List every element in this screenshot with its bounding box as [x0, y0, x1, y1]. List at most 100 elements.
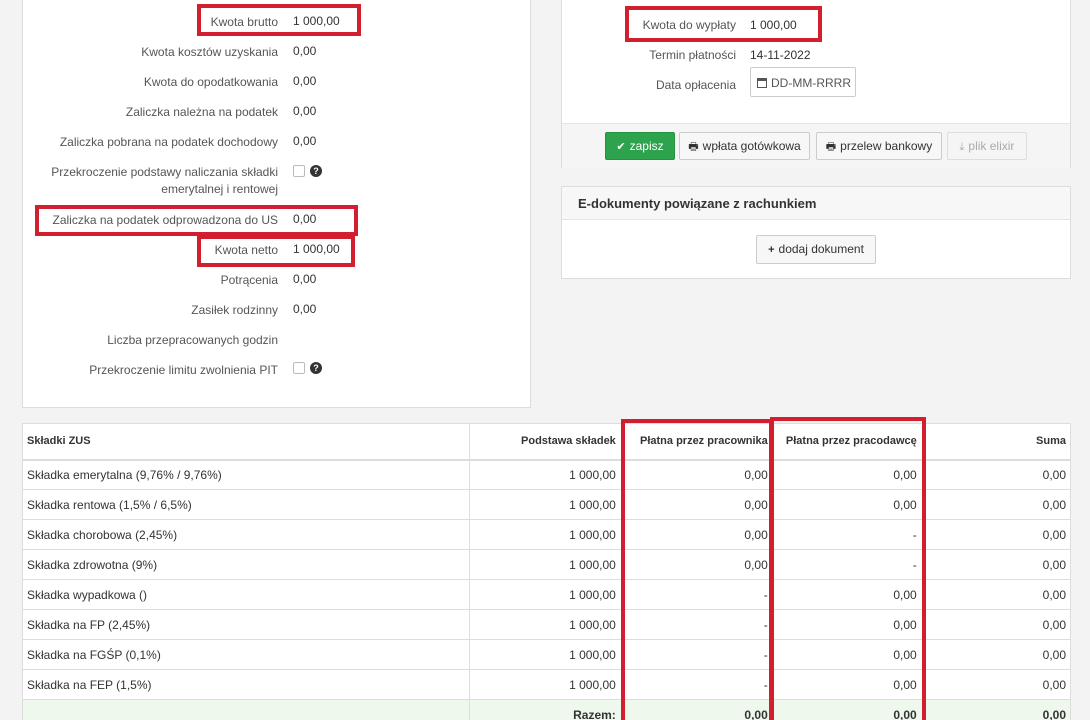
table-cell: Składka na FGŚP (0,1%) — [22, 639, 471, 670]
table-cell: - — [619, 669, 772, 700]
zasilek-label: Zasiłek rodzinny — [191, 303, 278, 317]
table-cell: Składka wypadkowa () — [22, 579, 471, 610]
table-cell: 1 000,00 — [469, 669, 620, 700]
col-header-pracodawca: Płatna przez pracodawcę — [771, 423, 921, 461]
table-cell: Składka zdrowotna (9%) — [22, 549, 471, 580]
bank-transfer-button[interactable]: 🖶 przelew bankowy — [816, 132, 942, 160]
koszty-label: Kwota kosztów uzyskania — [141, 45, 278, 59]
table-row: Składka zdrowotna (9%) 1 000,00 0,00-0,00 — [22, 549, 1071, 580]
help-icon[interactable]: ? — [310, 165, 322, 177]
table-cell: 1 000,00 — [469, 579, 620, 610]
col-header-skladki: Składki ZUS — [22, 423, 471, 461]
table-cell: 0,00 — [771, 699, 921, 720]
table-header-row: Składki ZUS Podstawa składek Płatna prze… — [22, 423, 1071, 461]
help-icon[interactable]: ? — [310, 362, 322, 374]
kwota-brutto-value: 1 000,00 — [293, 14, 340, 28]
table-cell: 0,00 — [771, 489, 921, 520]
table-cell: 0,00 — [771, 639, 921, 670]
action-bar: ✔ zapisz 🖶 wpłata gotówkowa 🖶 przelew banko… — [562, 123, 1070, 168]
col-header-pracownik: Płatna przez pracownika — [619, 423, 772, 461]
table-cell: 0,00 — [920, 519, 1071, 550]
table-row: Składka na FP (2,45%) 1 000,00-0,00 0,00 — [22, 609, 1071, 640]
kwota-brutto-label: Kwota brutto — [210, 15, 278, 29]
kwota-netto-label: Kwota netto — [214, 243, 278, 257]
zaliczka-pobrana-label: Zaliczka pobrana na podatek dochodowy — [59, 135, 278, 149]
potracenia-label: Potrącenia — [220, 273, 278, 287]
table-row: Składka wypadkowa () 1 000,00-0,00 0,00 — [22, 579, 1071, 610]
table-cell: 0,00 — [619, 459, 772, 490]
table-cell: 0,00 — [920, 669, 1071, 700]
table-cell: Składka chorobowa (2,45%) — [22, 519, 471, 550]
elixir-file-button[interactable]: ⤓ plik elixir — [947, 132, 1027, 160]
table-cell: 1 000,00 — [469, 639, 620, 670]
table-cell: Składka na FP (2,45%) — [22, 609, 471, 640]
table-cell: 0,00 — [771, 669, 921, 700]
edocuments-title: E-dokumenty powiązane z rachunkiem — [562, 187, 1070, 220]
table-row: Składka chorobowa (2,45%) 1 000,00 0,00-0,… — [22, 519, 1071, 550]
table-cell: 0,00 — [619, 699, 772, 720]
save-button[interactable]: ✔ zapisz — [605, 132, 675, 160]
payroll-form-panel: Kwota brutto 1 000,00 Kwota kosztów uzys… — [22, 0, 531, 408]
zus-contributions-table: Składki ZUS Podstawa składek Płatna prze… — [22, 423, 1071, 720]
potracenia-value: 0,00 — [293, 272, 317, 286]
table-cell: 0,00 — [920, 609, 1071, 640]
cash-payment-button[interactable]: 🖶 wpłata gotówkowa — [679, 132, 810, 160]
edocuments-panel: E-dokumenty powiązane z rachunkiem + doda… — [561, 186, 1071, 279]
koszty-value: 0,00 — [293, 44, 317, 58]
table-row: Składka na FEP (1,5%) 1 000,00-0,00 0,00 — [22, 669, 1071, 700]
download-icon: ⤓ — [959, 141, 965, 153]
table-cell: 0,00 — [920, 459, 1071, 490]
zaliczka-nalezna-label: Zaliczka należna na podatek — [125, 105, 278, 119]
table-cell: 1 000,00 — [469, 489, 620, 520]
table-cell: 1 000,00 — [469, 459, 620, 490]
limit-pit-label: Przekroczenie limitu zwolnienia PIT — [89, 363, 278, 377]
col-header-suma: Suma — [920, 423, 1071, 461]
table-cell: 0,00 — [771, 579, 921, 610]
limit-pit-checkbox[interactable] — [293, 362, 305, 374]
table-cell: Składka na FEP (1,5%) — [22, 669, 471, 700]
data-oplacenia-input[interactable]: DD-MM-RRRR — [750, 67, 856, 97]
table-row: Składka rentowa (1,5% / 6,5%) 1 000,00 0,0… — [22, 489, 1071, 520]
zaliczka-us-value: 0,00 — [293, 212, 317, 226]
print-icon: 🖶 — [825, 141, 837, 153]
table-cell — [22, 699, 471, 720]
table-cell: 0,00 — [771, 459, 921, 490]
kwota-do-wyplaty-label: Kwota do wypłaty — [642, 18, 736, 32]
add-document-button[interactable]: + dodaj dokument — [756, 235, 876, 264]
table-cell: 0,00 — [920, 699, 1071, 720]
calendar-icon — [757, 78, 767, 88]
przekroczenie-podstawy-label: Przekroczenie podstawy naliczania składk… — [51, 165, 278, 196]
col-header-podstawa: Podstawa składek — [469, 423, 620, 461]
table-cell: 1 000,00 — [469, 609, 620, 640]
opodatkowanie-value: 0,00 — [293, 74, 317, 88]
table-cell: Składka emerytalna (9,76% / 9,76%) — [22, 459, 471, 490]
table-cell: 0,00 — [619, 519, 772, 550]
termin-platnosci-label: Termin płatności — [649, 48, 736, 62]
table-cell: Razem: — [469, 699, 620, 720]
zaliczka-nalezna-value: 0,00 — [293, 104, 317, 118]
table-cell: Składka rentowa (1,5% / 6,5%) — [22, 489, 471, 520]
przekroczenie-podstawy-checkbox[interactable] — [293, 165, 305, 177]
kwota-do-wyplaty-value: 1 000,00 — [750, 18, 797, 32]
table-cell: 1 000,00 — [469, 549, 620, 580]
table-cell: 1 000,00 — [469, 519, 620, 550]
table-cell: 0,00 — [920, 639, 1071, 670]
kwota-netto-value: 1 000,00 — [293, 242, 340, 256]
data-oplacenia-label: Data opłacenia — [655, 78, 736, 92]
table-cell: 0,00 — [920, 489, 1071, 520]
table-cell: - — [619, 579, 772, 610]
opodatkowanie-label: Kwota do opodatkowania — [143, 75, 278, 89]
table-cell: 0,00 — [771, 609, 921, 640]
check-icon: ✔ — [616, 141, 626, 153]
zaliczka-pobrana-value: 0,00 — [293, 134, 317, 148]
table-cell: 0,00 — [920, 579, 1071, 610]
plus-icon: + — [768, 244, 775, 256]
termin-platnosci-value: 14-11-2022 — [750, 48, 811, 62]
table-cell: 0,00 — [619, 549, 772, 580]
table-row: Składka na FGŚP (0,1%) 1 000,00-0,00 0,00 — [22, 639, 1071, 670]
table-row: Składka emerytalna (9,76% / 9,76%) 1 000,… — [22, 459, 1071, 490]
table-cell: - — [771, 519, 921, 550]
table-total-row: Razem: 0,00 0,00 0,00 — [22, 699, 1071, 720]
zasilek-value: 0,00 — [293, 302, 317, 316]
table-cell: 0,00 — [920, 549, 1071, 580]
